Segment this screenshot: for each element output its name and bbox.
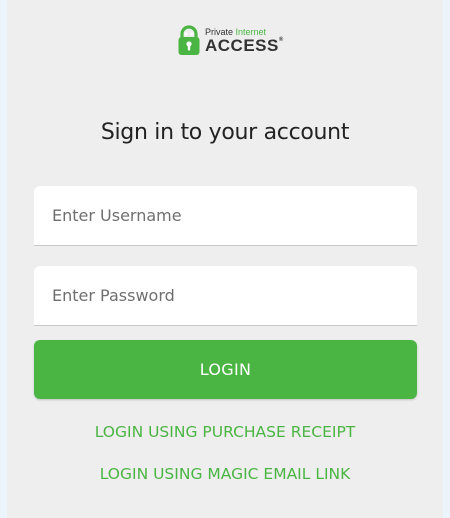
brand-wordmark: Private Internet ACCESS® xyxy=(205,28,284,55)
password-input[interactable] xyxy=(34,266,417,326)
login-magic-email-link[interactable]: LOGIN USING MAGIC EMAIL LINK xyxy=(0,465,450,483)
page-title: Sign in to your account xyxy=(100,120,350,145)
registered-mark: ® xyxy=(278,37,284,43)
brand-logo: Private Internet ACCESS® xyxy=(177,24,284,58)
brand-access-text: ACCESS xyxy=(205,36,279,55)
padlock-robot-icon xyxy=(178,25,200,55)
username-input[interactable] xyxy=(34,186,417,246)
login-button[interactable]: LOGIN xyxy=(34,340,417,399)
login-purchase-receipt-link[interactable]: LOGIN USING PURCHASE RECEIPT xyxy=(0,423,450,441)
brand-line2: ACCESS® xyxy=(205,37,284,54)
